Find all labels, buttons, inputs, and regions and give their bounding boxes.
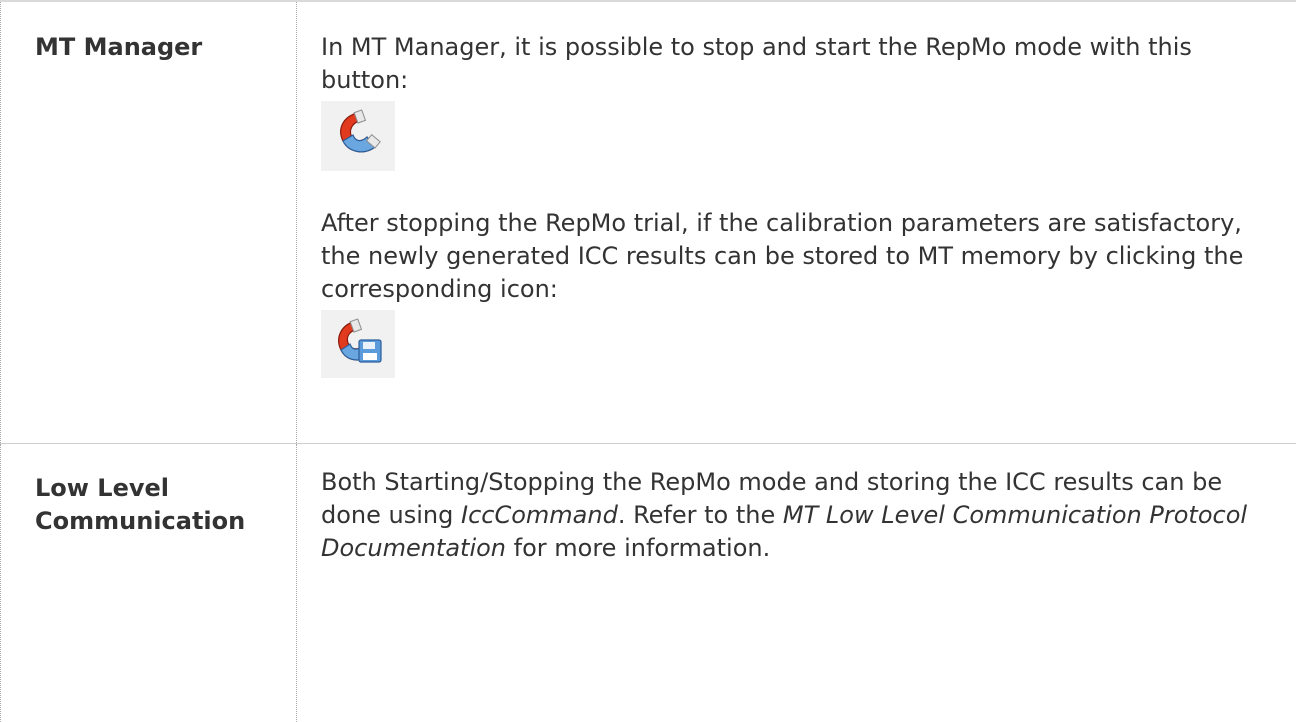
magnet-save-icon-graphic xyxy=(331,316,385,368)
magnet-icon[interactable] xyxy=(321,101,395,171)
icc-command-reference: IccCommand xyxy=(461,501,618,529)
row-label-mt-manager: MT Manager xyxy=(1,1,297,444)
row-content-low-level: Both Starting/Stopping the RepMo mode an… xyxy=(297,444,1296,722)
mt-manager-paragraph-1: In MT Manager, it is possible to stop an… xyxy=(321,31,1276,97)
row-content-mt-manager: In MT Manager, it is possible to stop an… xyxy=(297,1,1296,444)
info-table: MT Manager In MT Manager, it is possible… xyxy=(0,0,1296,722)
low-level-text-3: for more information. xyxy=(506,534,770,562)
table-row: MT Manager In MT Manager, it is possible… xyxy=(1,1,1296,444)
mt-manager-paragraph-2: After stopping the RepMo trial, if the c… xyxy=(321,207,1276,306)
low-level-text-2: . Refer to the xyxy=(618,501,783,529)
table-row: Low Level Communication Both Starting/St… xyxy=(1,444,1296,722)
magnet-icon-graphic xyxy=(331,107,385,159)
low-level-paragraph: Both Starting/Stopping the RepMo mode an… xyxy=(321,466,1276,565)
row-label-low-level: Low Level Communication xyxy=(1,444,297,722)
magnet-save-icon[interactable] xyxy=(321,310,395,378)
